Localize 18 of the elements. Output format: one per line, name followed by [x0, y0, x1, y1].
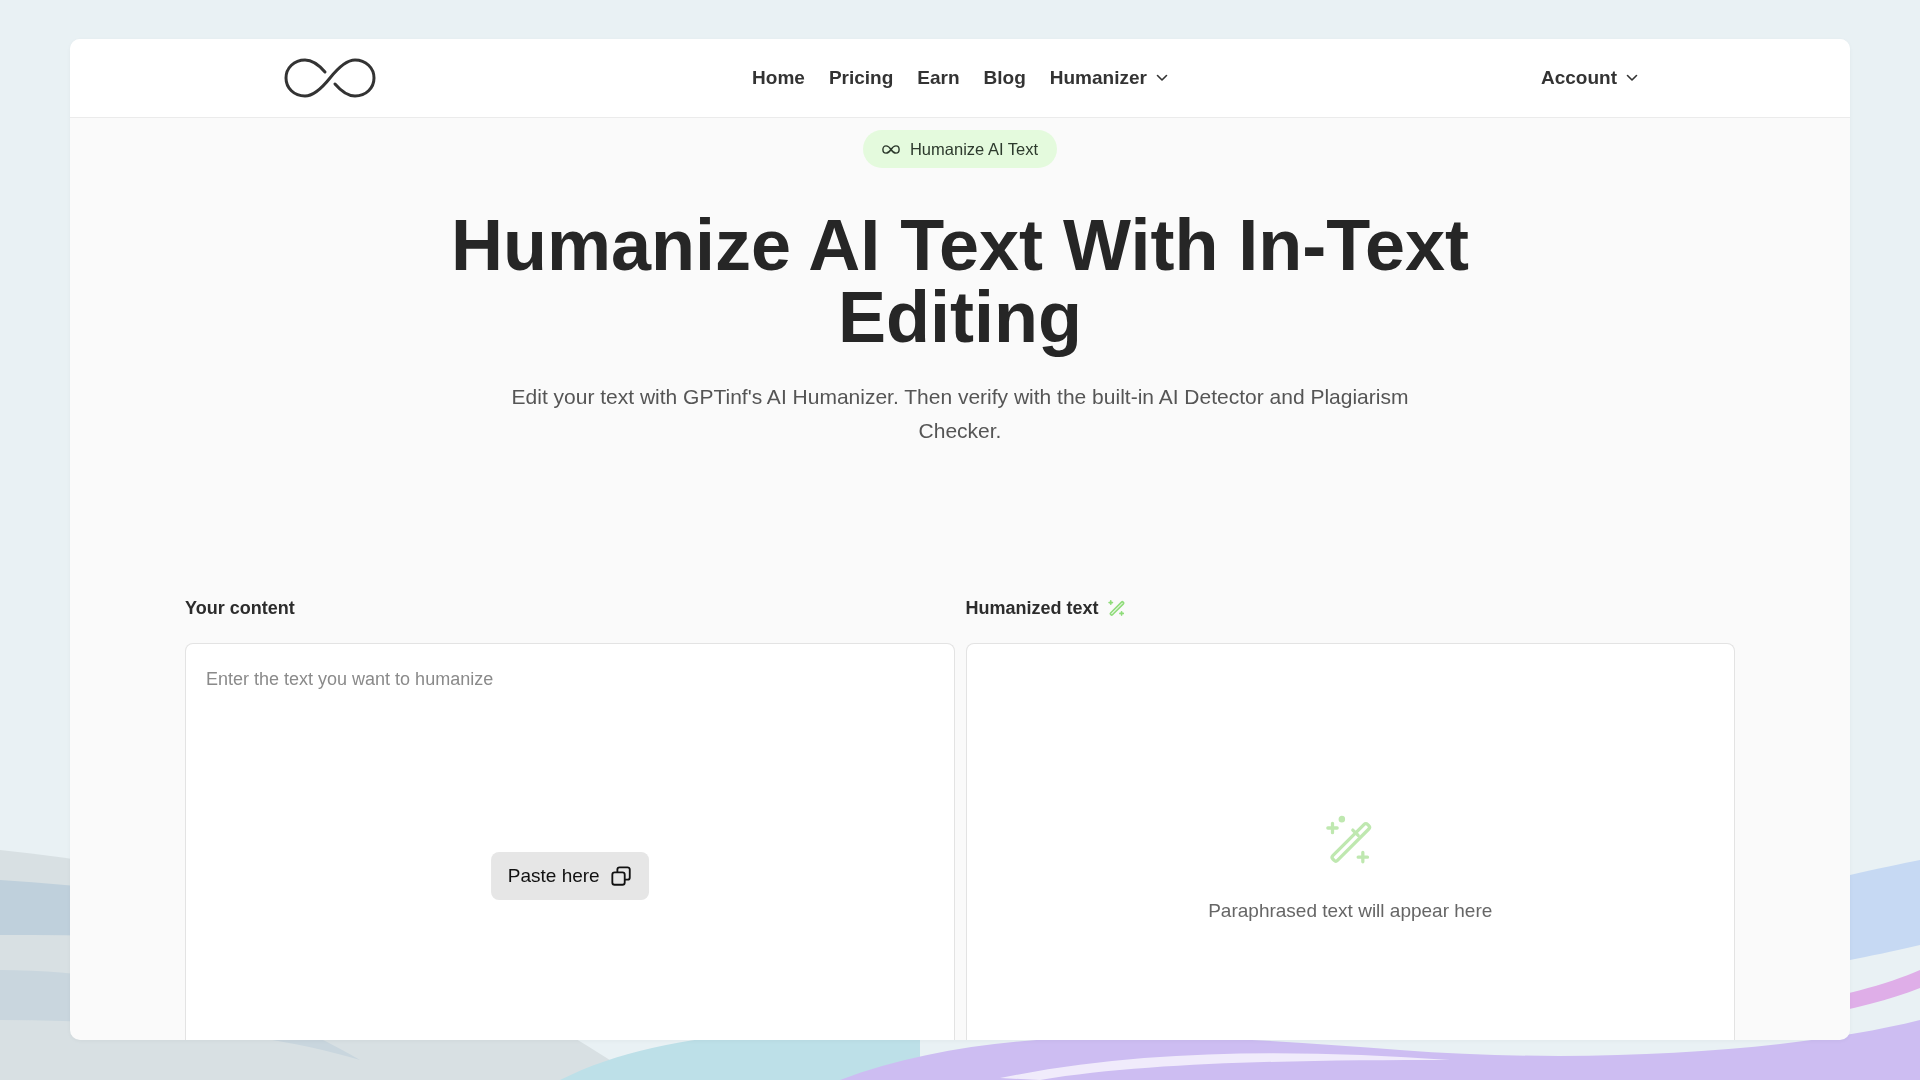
- output-label: Humanized text: [965, 597, 1099, 620]
- account-menu[interactable]: Account: [1541, 67, 1638, 89]
- nav-link[interactable]: Pricing: [828, 67, 894, 89]
- nav-link[interactable]: Earn: [917, 67, 960, 89]
- paste-button[interactable]: Paste here: [490, 852, 649, 900]
- page-subtitle: Edit your text with GPTinf's AI Humanizer. Then verify with the built-in AI Detector and Plagiarism Checker.: [510, 384, 1410, 444]
- chevron-down-icon: [1626, 74, 1638, 82]
- tag-label: Humanize AI Text: [909, 139, 1039, 159]
- copy-icon: [609, 865, 632, 887]
- input-label: Your content: [185, 597, 295, 620]
- infinity-icon: [881, 144, 900, 154]
- nav-link[interactable]: Humanizer: [1049, 67, 1168, 89]
- infinity-logo[interactable]: [282, 56, 378, 100]
- nav-link[interactable]: Home: [752, 67, 805, 89]
- chevron-down-icon: [1155, 74, 1168, 82]
- empty-message: Paraphrased text will appear here: [1208, 899, 1493, 923]
- nav-link[interactable]: Blog: [983, 67, 1026, 89]
- magic-wand-icon: [1106, 598, 1127, 618]
